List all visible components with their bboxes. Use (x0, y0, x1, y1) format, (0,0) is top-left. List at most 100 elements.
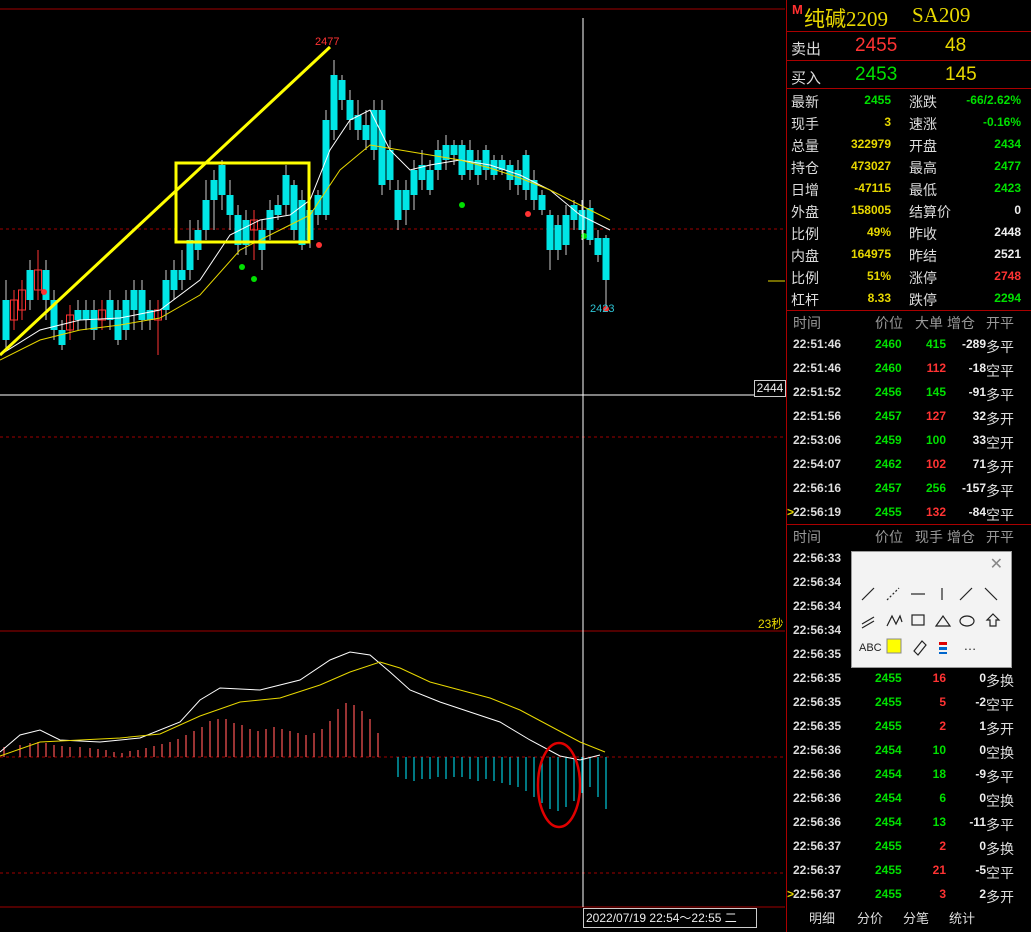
candle-body (554, 225, 562, 250)
cell-k: 多开 (986, 411, 1014, 427)
right-stat-6: 昨收 2448 (909, 222, 1021, 244)
cell-p: 2454 (875, 743, 902, 757)
candle-body (586, 208, 594, 240)
stat-value: 2448 (994, 225, 1021, 239)
table-row[interactable]: 22:51:46 2460 415 -289 多平 (787, 333, 1031, 357)
cell-t: 22:56:16 (793, 481, 842, 495)
cell-t: 22:56:34 (793, 575, 842, 589)
cell-d: 0 (979, 743, 986, 757)
cell-p: 2459 (875, 433, 902, 447)
signal-dot (525, 211, 531, 217)
stat-value: -0.16% (982, 115, 1021, 129)
right-stat-2: 开盘 2434 (909, 134, 1021, 156)
candle-body (266, 210, 274, 230)
stat-label: 内盘 (791, 248, 819, 264)
cell-t: 22:56:37 (793, 839, 842, 853)
cell-t: 22:56:37 (793, 863, 842, 877)
table-row[interactable]: 22:56:36 2454 10 0 空换 (787, 739, 1031, 763)
candle-body (602, 238, 610, 280)
cell-k: 多换 (986, 841, 1014, 857)
candle-body (26, 270, 34, 300)
stat-label: 涨停 (909, 270, 937, 286)
table-row[interactable]: 22:56:37 2455 2 0 多换 (787, 835, 1031, 859)
signal-dot (251, 276, 257, 282)
candle-body (394, 190, 402, 220)
instrument-name: 纯碱2209 (804, 7, 888, 31)
table-row[interactable]: 22:56:35 2455 2 1 多开 (787, 715, 1031, 739)
cell-d: 0 (979, 839, 986, 853)
table-row[interactable]: 22:53:06 2459 100 33 空开 (787, 429, 1031, 453)
cell-p: 2454 (875, 791, 902, 805)
column-header: 现手 (915, 529, 943, 545)
tab-by-price[interactable]: 分价 (857, 908, 883, 927)
cell-d: 33 (972, 433, 986, 447)
left-stat-4: 日增 -47115 (791, 178, 891, 200)
candle-body (138, 290, 146, 320)
cell-p: 2457 (875, 409, 902, 423)
left-stat-3: 持仓 473027 (791, 156, 891, 178)
table-row[interactable]: 22:51:46 2460 112 -18 空平 (787, 357, 1031, 381)
cell-t: 22:51:46 (793, 337, 842, 351)
candle-body (2, 300, 10, 340)
cell-k: 多平 (986, 483, 1014, 499)
arrow-up-tool-icon (985, 613, 1001, 627)
table-row[interactable]: 22:54:07 2462 102 71 多开 (787, 453, 1031, 477)
tab-detail[interactable]: 明细 (809, 908, 835, 927)
signal-dot (316, 242, 322, 248)
candle-body (226, 195, 234, 215)
stat-label: 涨跌 (909, 94, 937, 110)
cell-v: 3 (939, 887, 946, 901)
cell-v: 256 (925, 481, 946, 495)
cell-v: 112 (926, 361, 946, 375)
table-row[interactable]: 22:56:37 2455 3 2 多开 > (787, 883, 1031, 907)
table-row[interactable]: 22:51:52 2456 145 -91 多平 (787, 381, 1031, 405)
cell-t: 22:51:52 (793, 385, 842, 399)
market-marker: M (792, 2, 803, 17)
cell-k: 空换 (986, 793, 1014, 809)
table-row[interactable]: 22:56:36 2454 6 0 空换 (787, 787, 1031, 811)
cell-k: 多开 (986, 721, 1014, 737)
dotted-line-tool-icon (886, 587, 900, 601)
stat-value: 49% (866, 225, 891, 239)
delete-marks-icon (939, 642, 947, 654)
stat-value: -66/2.62% (966, 93, 1021, 107)
candle-body (410, 170, 418, 195)
table-row[interactable]: 22:56:36 2454 13 -11 多平 (787, 811, 1031, 835)
tab-stats[interactable]: 统计 (949, 908, 975, 927)
table-row[interactable]: 22:56:37 2455 21 -5 空平 (787, 859, 1031, 883)
stat-label: 最新 (791, 94, 819, 110)
cell-t: 22:56:35 (793, 695, 842, 709)
cell-v: 10 (932, 743, 946, 757)
table-row[interactable]: 22:56:36 2454 18 -9 多平 (787, 763, 1031, 787)
instrument-title[interactable]: M 纯碱2209 SA209 (787, 0, 1031, 31)
table-row[interactable]: 22:56:19 2455 132 -84 空平 > (787, 501, 1031, 525)
chart-area[interactable]: 2477 2423 2444 23秒 2022/07/19 22:54～22:5… (0, 0, 786, 932)
stat-value: 2477 (994, 159, 1021, 173)
cell-p: 2454 (875, 815, 902, 829)
ellipse-tool-icon (959, 615, 975, 627)
cell-k: 多开 (986, 459, 1014, 475)
stat-value: 51% (866, 269, 891, 283)
cell-d: 2 (979, 887, 986, 901)
cell-t: 22:56:19 (793, 505, 842, 519)
text-tool-icon[interactable]: ABC (859, 639, 882, 657)
right-stat-1: 速涨 -0.16% (909, 112, 1021, 134)
candlestick-chart[interactable] (0, 0, 785, 932)
table-row[interactable]: 22:56:35 2455 16 0 多换 (787, 667, 1031, 691)
cell-p: 2457 (875, 481, 902, 495)
table-row[interactable]: 22:56:16 2457 256 -157 多平 (787, 477, 1031, 501)
more-tools-icon[interactable]: … (961, 637, 979, 655)
tab-by-tick[interactable]: 分笔 (903, 908, 929, 927)
table-row[interactable]: 22:56:35 2455 5 -2 空平 (787, 691, 1031, 715)
cell-d: -84 (968, 505, 986, 519)
cell-d: 32 (972, 409, 986, 423)
table-row[interactable]: 22:51:56 2457 127 32 多开 (787, 405, 1031, 429)
cell-d: -91 (968, 385, 986, 399)
candle-body (130, 290, 138, 310)
column-header: 价位 (875, 529, 903, 545)
candle-body (74, 310, 82, 320)
cell-k: 多平 (986, 817, 1014, 833)
stat-label: 比例 (791, 270, 819, 286)
right-stat-9: 跌停 2294 (909, 288, 1021, 310)
candle-body (362, 125, 370, 140)
